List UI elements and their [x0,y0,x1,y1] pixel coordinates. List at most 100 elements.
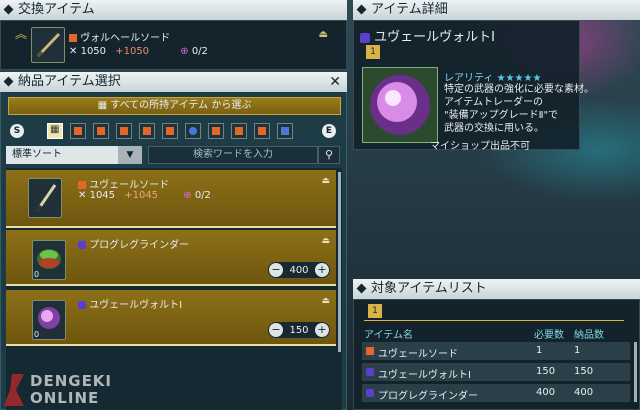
item-power: 1045 [89,190,116,201]
divider [364,320,624,321]
targets-tab[interactable]: 1 [368,304,382,318]
list-scrollbar[interactable] [338,172,341,352]
tab-katana[interactable] [208,123,224,139]
list-item[interactable]: 0 プログレグラインダー ⏏ − 400 + [6,230,336,286]
material-type-icon [366,368,374,376]
close-icon[interactable]: ✕ [329,72,341,92]
tab-launcher[interactable] [254,123,270,139]
watermark-logo: DENGEKI ONLINE [4,372,134,408]
detail-header: アイテム詳細 [353,0,640,20]
search-icon: ⚲ [324,148,334,161]
targets-scrollbar[interactable] [634,342,637,402]
row-delivered: 150 [574,366,594,377]
watermark-bottom: ONLINE [30,389,100,407]
item-name: プログレグラインダー [89,240,190,251]
row-name: ユヴェールソード [378,349,458,360]
saber-icon [166,127,174,135]
targets-header-label: 対象アイテムリスト [371,281,487,296]
decrement-button[interactable]: − [269,263,283,277]
col-name-header: アイテム名 [364,330,413,341]
material-type-icon [360,32,370,43]
increment-button[interactable]: + [315,323,329,337]
tab-wired-lance[interactable] [93,123,109,139]
orb-icon [370,75,430,135]
tab-twin-daggers[interactable] [139,123,155,139]
exchange-bonus: +1050 [115,46,150,57]
decrement-button[interactable]: − [269,323,283,337]
search-placeholder: 検索ワードを入力 [193,149,273,160]
row-required: 400 [536,387,556,398]
row-required: 150 [536,366,556,377]
partisan-icon [120,127,128,135]
sword-type-icon [78,181,86,189]
slot-icon: ⊕ [183,190,192,201]
targets-tab-label: 1 [372,306,378,316]
table-row: プログレグラインダー 400 400 [362,384,630,402]
lance-icon [97,127,105,135]
lock-icon: ⏏ [321,296,330,306]
lock-icon: ⏏ [321,236,330,246]
exchange-panel: ︽ ヴォルヘールソード ✕ 1050 +1050 ⊕ 0/2 ⏏ [0,20,347,70]
quantity-stepper[interactable]: − 150 + [268,322,330,338]
targets-header: 対象アイテムリスト [353,279,640,299]
detail-header-label: アイテム詳細 [371,2,448,17]
table-row: ユヴェールヴォルトⅠ 150 150 [362,363,630,381]
tab-knuckles[interactable] [185,123,201,139]
row-required: 1 [536,345,543,356]
detail-title-row: ユヴェールヴォルトⅠ [360,26,495,45]
row-name: ユヴェールヴォルトⅠ [378,370,471,381]
tab-rod[interactable] [277,123,293,139]
tab-double-saber[interactable] [162,123,178,139]
lock-icon: ⏏ [321,176,330,186]
grid-icon: ▦ [50,124,60,135]
exchange-slots: 0/2 [191,46,208,57]
tab-all[interactable]: ▦ [47,123,63,139]
slot-icon: ⊕ [180,46,189,57]
material-type-icon [78,301,86,309]
detail-tab[interactable]: 1 [366,45,380,59]
exchange-header-label: 交換アイテム [18,2,95,17]
material-type-icon [366,389,374,397]
tab-rifle[interactable] [231,123,247,139]
sort-select[interactable]: 標準ソート ▼ [6,146,142,164]
attack-icon: ✕ [69,46,78,57]
all-items-button[interactable]: ▦ すべての所持アイテム から選ぶ [8,97,341,115]
all-items-label: すべての所持アイテム から選ぶ [110,100,252,111]
lock-icon: ⏏ [318,29,328,40]
list-item[interactable]: 0 ユヴェールヴォルトⅠ ⏏ − 150 + [6,290,336,346]
list-item[interactable]: ユヴェールソード ✕ 1045 +1045 ⊕ 0/2 ⏏ [6,170,336,228]
dagger-icon [143,127,151,135]
item-name-row: ユヴェールヴォルトⅠ [78,296,182,311]
next-category-button[interactable]: E [322,124,336,138]
search-input[interactable]: 検索ワードを入力 [148,146,318,164]
sword-icon [74,127,82,135]
sword-icon [35,184,57,213]
exchange-stats: ✕ 1050 +1050 ⊕ 0/2 [69,46,208,57]
increment-button[interactable]: + [315,263,329,277]
quantity-value: 150 [289,324,309,336]
item-thumb: 0 [32,240,66,280]
sword-icon [36,32,61,58]
sword-type-icon [69,34,77,42]
row-delivered: 1 [574,345,581,356]
grid-icon: ▦ [97,100,108,111]
exchange-item-name-row: ヴォルヘールソード [69,29,170,44]
detail-tab-label: 1 [370,47,376,57]
table-row: ユヴェールソード 1 1 [362,342,630,360]
tab-sword[interactable] [70,123,86,139]
prev-category-button[interactable]: S [10,124,24,138]
launcher-icon [258,127,266,135]
rarity-row: レアリティ ★★★★★ [444,69,541,84]
tab-partisan[interactable] [116,123,132,139]
search-button[interactable]: ⚲ [318,146,340,164]
item-count: 0 [34,330,40,339]
select-header-label: 納品アイテム選択 [18,74,121,89]
quantity-stepper[interactable]: − 400 + [268,262,330,278]
item-thumb [28,178,62,218]
detail-description: 特定の武器の強化に必要な素材。 アイテムトレーダーの "装備アップグレードⅡ"で… [444,83,594,135]
exchange-item-thumb[interactable] [31,27,65,63]
item-count: 0 [34,270,40,279]
quantity-value: 400 [289,264,309,276]
row-delivered: 400 [574,387,594,398]
logo-mark-icon [4,374,24,406]
